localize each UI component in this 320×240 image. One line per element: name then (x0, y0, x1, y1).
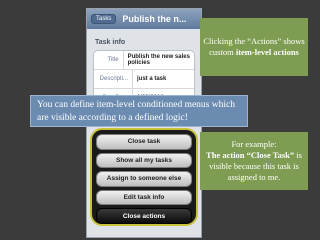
row-value: Publish the new sales policies (127, 54, 190, 66)
callout-text: For example: (231, 139, 277, 149)
callout-example: For example: The action “Close Task” is … (200, 132, 308, 190)
info-banner: You can define item-level conditioned me… (30, 95, 248, 127)
nav-bar: Tasks Publish the n... (87, 9, 201, 29)
info-row-description[interactable]: Descripti... just a task (94, 70, 194, 89)
nav-title: Publish the n... (122, 14, 187, 24)
row-key: Title (94, 51, 124, 69)
show-all-my-tasks-button[interactable]: Show all my tasks (96, 152, 192, 169)
info-row-title[interactable]: Title Publish the new sales policies (94, 51, 194, 70)
row-key: Descripti... (94, 70, 133, 88)
actions-sheet: Close task Show all my tasks Assign to s… (90, 128, 198, 226)
edit-task-info-button[interactable]: Edit task info (96, 189, 192, 206)
assign-to-someone-else-button[interactable]: Assign to someone else (96, 171, 192, 187)
callout-actions-info: Clicking the “Actions” shows custom item… (200, 18, 308, 76)
section-header: Task info (95, 39, 126, 46)
close-task-button[interactable]: Close task (96, 134, 192, 150)
close-actions-button[interactable]: Close actions (96, 208, 192, 224)
back-button[interactable]: Tasks (91, 14, 117, 24)
row-value: just a task (137, 76, 167, 82)
callout-highlight: The action “Close Task” (206, 150, 295, 160)
callout-highlight: item-level actions (235, 47, 299, 57)
